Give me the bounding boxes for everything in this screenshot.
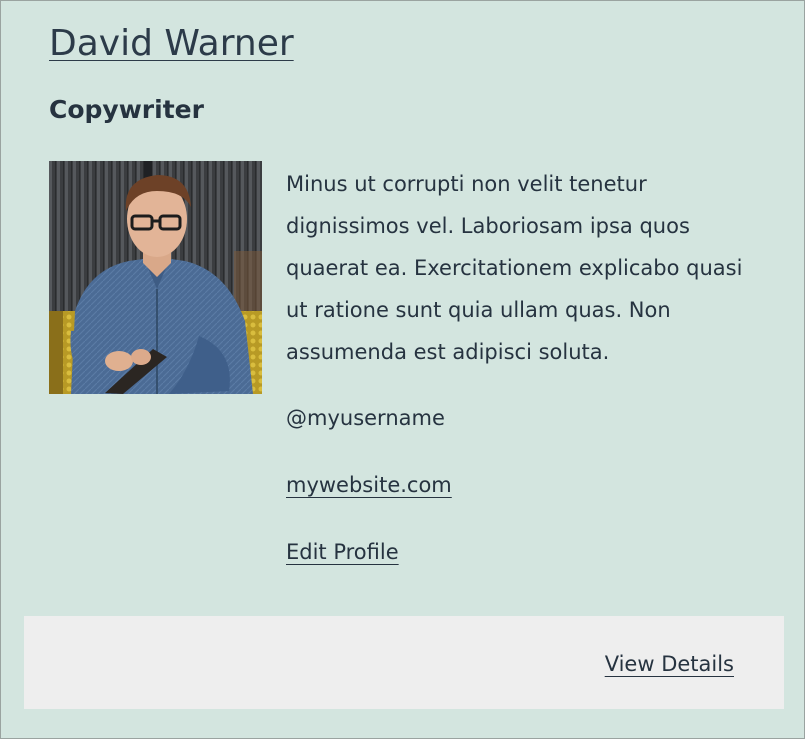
person-photo-illustration	[49, 161, 262, 394]
website-link[interactable]: mywebsite.com	[286, 468, 452, 502]
profile-name-link[interactable]: David Warner	[49, 22, 294, 66]
profile-bio: Minus ut corrupti non velit tenetur dign…	[286, 172, 743, 364]
view-details-link[interactable]: View Details	[605, 647, 734, 681]
profile-username: @myusername	[286, 406, 445, 430]
card-footer: View Details	[24, 616, 784, 709]
profile-photo	[49, 161, 262, 394]
profile-title: Copywriter	[49, 95, 204, 124]
profile-card: David Warner Copywriter Minus ut corrupt…	[0, 0, 805, 739]
edit-profile-link[interactable]: Edit Profile	[286, 535, 399, 569]
